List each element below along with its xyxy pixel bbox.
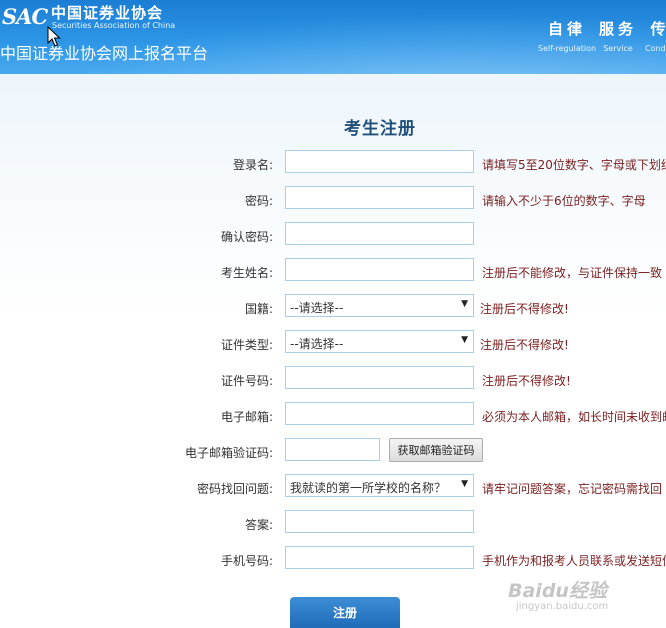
get-email-code-button[interactable]: 获取邮箱验证码: [389, 438, 483, 462]
nationality-label: 国籍:: [244, 302, 273, 316]
row-nationality: 国籍: --请选择-- ▼ 注册后不得修改!: [0, 294, 666, 320]
row-email: 电子邮箱: 必须为本人邮箱，如长时间未收到邮件: [0, 402, 666, 428]
email-hint: 必须为本人邮箱，如长时间未收到邮件: [482, 410, 666, 424]
phone-label: 手机号码:: [220, 554, 273, 568]
watermark-url: jingyan.baidu.com: [516, 601, 609, 612]
email-code-input[interactable]: [285, 438, 380, 461]
name-input[interactable]: [285, 258, 474, 281]
password-label: 密码:: [244, 194, 273, 208]
id-number-hint: 注册后不得修改!: [482, 374, 571, 388]
email-code-label: 电子邮箱验证码:: [184, 446, 273, 460]
id-type-hint: 注册后不得修改!: [480, 338, 569, 352]
row-confirm-password: 确认密码:: [0, 222, 666, 248]
form-title: 考生注册: [344, 119, 416, 139]
name-label: 考生姓名:: [220, 266, 273, 280]
nationality-hint: 注册后不得修改!: [480, 302, 569, 316]
email-label: 电子邮箱:: [220, 410, 273, 424]
row-id-number: 证件号码: 注册后不得修改!: [0, 366, 666, 392]
slogan-self-regulation: 自律 Self-regulation: [538, 20, 597, 53]
phone-input[interactable]: [285, 546, 474, 569]
answer-input[interactable]: [285, 510, 474, 533]
row-email-code: 电子邮箱验证码: 获取邮箱验证码: [0, 438, 666, 464]
security-question-label: 密码找回问题:: [196, 482, 273, 496]
password-input[interactable]: [285, 186, 474, 209]
row-security-question: 密码找回问题: 我就读的第一所学校的名称？ ▼ 请牢记问题答案，忘记密码需找回: [0, 474, 666, 500]
nationality-select[interactable]: --请选择-- ▼: [285, 294, 474, 317]
register-button[interactable]: 注册: [290, 597, 400, 628]
row-phone: 手机号码: 手机作为和报考人员联系或发送短信: [0, 546, 666, 572]
slogan-conduct: 传 Conduc: [645, 20, 666, 53]
platform-title: 中国证券业协会网上报名平台: [0, 44, 209, 63]
confirm-password-label: 确认密码:: [220, 230, 273, 244]
site-header: SAC 中国证券业协会 Securities Association of Ch…: [0, 0, 666, 74]
email-input[interactable]: [285, 402, 474, 425]
security-question-selected-value: 我就读的第一所学校的名称？: [290, 481, 447, 495]
login-name-input[interactable]: [285, 150, 474, 173]
watermark-brand: Baidu经验: [508, 580, 607, 602]
slogan-service: 服务 Service: [599, 20, 638, 53]
id-number-label: 证件号码:: [220, 374, 273, 388]
phone-hint: 手机作为和报考人员联系或发送短信: [482, 554, 666, 568]
logo-name-cn: 中国证券业协会: [51, 4, 164, 22]
row-password: 密码: 请输入不少于6位的数字、字母: [0, 186, 666, 212]
login-name-label: 登录名:: [232, 158, 273, 172]
baidu-watermark: Baidu经验 jingyan.baidu.com: [508, 576, 608, 612]
id-type-label: 证件类型:: [220, 338, 273, 352]
nationality-selected-value: --请选择--: [290, 301, 344, 315]
id-type-selected-value: --请选择--: [290, 337, 344, 351]
security-question-select[interactable]: 我就读的第一所学校的名称？ ▼: [285, 474, 474, 497]
id-number-input[interactable]: [285, 366, 474, 389]
confirm-password-input[interactable]: [285, 222, 474, 245]
dropdown-arrow-icon: ▼: [461, 335, 468, 345]
row-name: 考生姓名: 注册后不能修改，与证件保持一致: [0, 258, 666, 284]
row-id-type: 证件类型: --请选择-- ▼ 注册后不得修改!: [0, 330, 666, 356]
row-answer: 答案:: [0, 510, 666, 536]
name-hint: 注册后不能修改，与证件保持一致: [482, 266, 663, 280]
login-name-hint: 请填写5至20位数字、字母或下划线: [482, 158, 666, 172]
logo-name-en: Securities Association of China: [52, 21, 176, 30]
security-question-hint: 请牢记问题答案，忘记密码需找回: [482, 482, 663, 496]
answer-label: 答案:: [244, 518, 273, 532]
id-type-select[interactable]: --请选择-- ▼: [285, 330, 474, 353]
dropdown-arrow-icon: ▼: [461, 479, 468, 489]
password-hint: 请输入不少于6位的数字、字母: [482, 194, 646, 208]
row-login-name: 登录名: 请填写5至20位数字、字母或下划线: [0, 150, 666, 176]
mouse-cursor-icon: [47, 26, 61, 47]
dropdown-arrow-icon: ▼: [461, 299, 468, 309]
sac-logo: SAC: [2, 4, 48, 29]
